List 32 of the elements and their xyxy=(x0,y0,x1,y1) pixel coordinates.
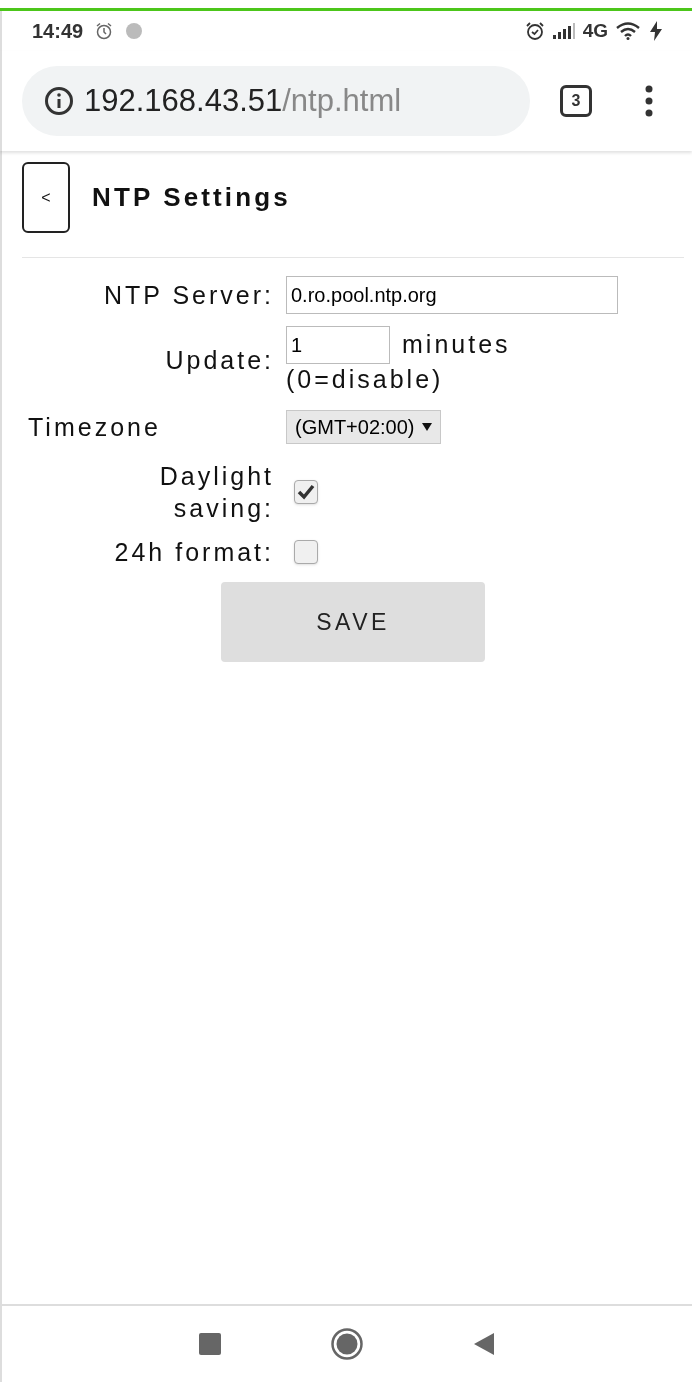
back-button[interactable]: < xyxy=(22,162,70,233)
alarm-icon xyxy=(524,21,545,41)
field-label: Daylight saving: xyxy=(158,461,274,524)
charging-icon xyxy=(650,21,662,41)
field-label: 24h format: xyxy=(114,537,274,568)
url-text: 192.168.43.51/ntp.html xyxy=(84,81,402,120)
more-menu-icon[interactable] xyxy=(644,85,654,117)
alarm-icon xyxy=(95,22,114,40)
circle-icon xyxy=(125,22,144,40)
status-time: 14:49 xyxy=(32,19,84,44)
back-icon[interactable] xyxy=(473,1332,495,1356)
field-label: Update: xyxy=(165,345,274,376)
timezone-dropdown[interactable]: (GMT+02:00) xyxy=(286,410,442,444)
unit-label: minutes xyxy=(402,329,511,361)
ntp-server-field[interactable]: 0.ro.pool.ntp.org xyxy=(286,276,618,314)
checkbox[interactable] xyxy=(294,480,318,504)
page-title: NTP Settings xyxy=(92,181,291,214)
update-hint: (0=disable) xyxy=(286,364,445,394)
checkmark-icon xyxy=(297,484,315,500)
home-icon[interactable] xyxy=(331,1328,363,1360)
field-label: Timezone xyxy=(28,412,161,443)
info-icon xyxy=(44,86,74,116)
checkbox[interactable] xyxy=(294,540,318,564)
update-interval-field[interactable]: 1 xyxy=(286,326,390,364)
wifi-icon xyxy=(616,22,642,40)
caret-icon xyxy=(422,422,433,432)
signal-icon xyxy=(552,23,575,39)
network-type: 4G xyxy=(582,18,608,43)
tab-switcher-button[interactable]: 3 xyxy=(560,85,592,117)
address-bar[interactable]: 192.168.43.51/ntp.html xyxy=(22,66,530,136)
field-label: NTP Server: xyxy=(103,280,274,311)
save-button[interactable]: SAVE xyxy=(221,582,485,662)
